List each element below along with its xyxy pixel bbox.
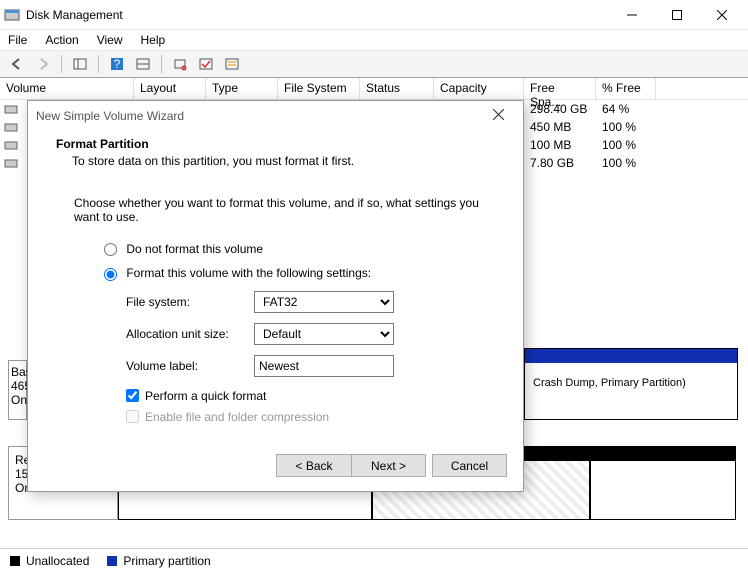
settings-button[interactable]	[169, 53, 191, 75]
next-button[interactable]: Next >	[351, 454, 426, 477]
free-cell: 450 MB	[528, 119, 600, 135]
col-pctfree[interactable]: % Free	[596, 78, 656, 99]
radio-no-format-label[interactable]: Do not format this volume	[126, 242, 263, 256]
col-blank	[656, 78, 748, 99]
swatch-blue-icon	[107, 556, 117, 566]
col-volume[interactable]: Volume	[0, 78, 134, 99]
disk0-status: On	[11, 393, 24, 407]
app-icon	[4, 7, 20, 23]
minimize-button[interactable]	[609, 0, 654, 30]
checkbox-quick-format-label[interactable]: Perform a quick format	[145, 389, 266, 403]
close-button[interactable]	[699, 0, 744, 30]
view2-button[interactable]	[132, 53, 154, 75]
legend-unallocated: Unallocated	[10, 554, 89, 568]
wizard-heading: Format Partition	[56, 137, 495, 151]
free-cell: 7.80 GB	[528, 155, 600, 171]
disk0-header-fragment: Bas 465 On	[8, 360, 27, 420]
pane-button[interactable]	[69, 53, 91, 75]
back-button[interactable]	[6, 53, 28, 75]
select-filesystem[interactable]: FAT32	[254, 291, 394, 313]
close-icon	[493, 109, 504, 120]
menu-help[interactable]: Help	[141, 33, 166, 47]
col-layout[interactable]: Layout	[134, 78, 206, 99]
label-volume-label: Volume label:	[126, 359, 254, 373]
col-fs[interactable]: File System	[278, 78, 360, 99]
pct-cell: 100 %	[600, 155, 660, 171]
toolbar-sep	[61, 55, 62, 73]
menu-action[interactable]: Action	[45, 33, 78, 47]
disk0-size: 465	[11, 379, 24, 393]
radio-format-label[interactable]: Format this volume with the following se…	[126, 266, 371, 280]
checkbox-compression-label: Enable file and folder compression	[145, 410, 329, 424]
maximize-button[interactable]	[654, 0, 699, 30]
label-allocation: Allocation unit size:	[126, 327, 254, 341]
free-cell: 100 MB	[528, 137, 600, 153]
legend: Unallocated Primary partition	[0, 548, 748, 572]
legend-unalloc-label: Unallocated	[26, 554, 89, 568]
wizard-close-button[interactable]	[481, 109, 515, 123]
swatch-black-icon	[10, 556, 20, 566]
partition-color-bar	[591, 447, 735, 461]
col-free[interactable]: Free Spa...	[524, 78, 596, 99]
label-filesystem: File system:	[126, 295, 254, 309]
disk1-unallocated-narrow[interactable]	[590, 446, 736, 520]
toolbar-sep	[98, 55, 99, 73]
pct-cell: 100 %	[600, 119, 660, 135]
cancel-button[interactable]: Cancel	[432, 454, 507, 477]
radio-no-format[interactable]	[104, 243, 117, 256]
volume-icon	[4, 102, 18, 116]
partition-text: Crash Dump, Primary Partition)	[525, 363, 737, 403]
menu-view[interactable]: View	[97, 33, 123, 47]
pct-cell: 64 %	[600, 101, 660, 117]
wizard-buttonbar: < Back Next > Cancel	[276, 454, 507, 477]
wizard-instruction: Choose whether you want to format this v…	[56, 196, 495, 224]
disk0-basic: Bas	[11, 365, 24, 379]
checkbox-quick-format[interactable]	[126, 389, 139, 402]
help-button[interactable]: ?	[106, 53, 128, 75]
svg-text:?: ?	[114, 57, 121, 71]
radio-format[interactable]	[104, 268, 117, 281]
legend-primary-label: Primary partition	[123, 554, 210, 568]
legend-primary: Primary partition	[107, 554, 210, 568]
volume-icon	[4, 156, 18, 170]
back-button[interactable]: < Back	[276, 454, 351, 477]
col-status[interactable]: Status	[360, 78, 434, 99]
select-allocation[interactable]: Default	[254, 323, 394, 345]
partition-color-bar	[525, 349, 737, 363]
titlebar: Disk Management	[0, 0, 748, 30]
toolbar-sep	[161, 55, 162, 73]
input-volume-label[interactable]	[254, 355, 394, 377]
col-type[interactable]: Type	[206, 78, 278, 99]
disk0-partition-fragment[interactable]: Crash Dump, Primary Partition)	[524, 348, 738, 420]
menu-file[interactable]: File	[8, 33, 27, 47]
wizard-title: New Simple Volume Wizard	[36, 109, 184, 123]
volume-icon	[4, 138, 18, 152]
pct-cell: 100 %	[600, 137, 660, 153]
wizard-dialog: New Simple Volume Wizard Format Partitio…	[27, 100, 524, 492]
window-title: Disk Management	[26, 8, 609, 22]
checkbox-compression	[126, 410, 139, 423]
forward-button[interactable]	[32, 53, 54, 75]
volume-header-row: Volume Layout Type File System Status Ca…	[0, 78, 748, 100]
toolbar: ?	[0, 50, 748, 78]
menubar: File Action View Help	[0, 30, 748, 50]
col-capacity[interactable]: Capacity	[434, 78, 524, 99]
list-button[interactable]	[221, 53, 243, 75]
check-button[interactable]	[195, 53, 217, 75]
volume-icon	[4, 120, 18, 134]
wizard-subtitle: To store data on this partition, you mus…	[72, 154, 495, 168]
wizard-titlebar[interactable]: New Simple Volume Wizard	[28, 101, 523, 131]
